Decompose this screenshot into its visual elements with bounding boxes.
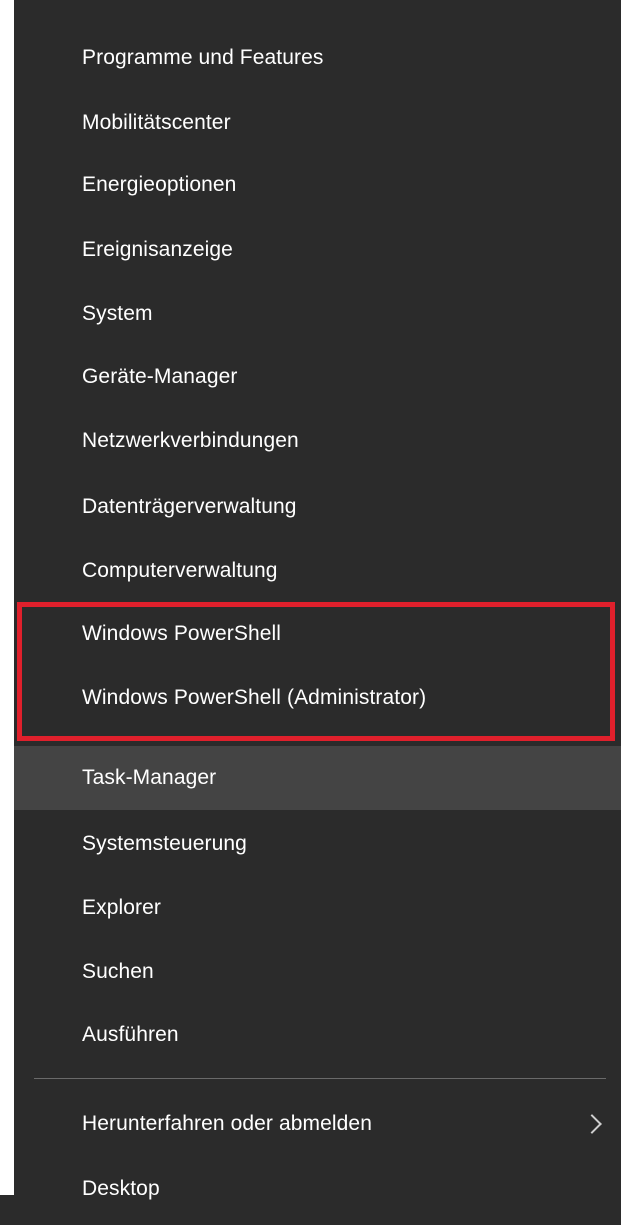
menu-item-label: System bbox=[82, 302, 153, 325]
menu-item-label: Suchen bbox=[82, 960, 154, 983]
menu-item-datentraegerverwaltung[interactable]: Datenträgerverwaltung bbox=[14, 475, 621, 539]
menu-item-label: Mobilitätscenter bbox=[82, 111, 231, 134]
menu-item-systemsteuerung[interactable]: Systemsteuerung bbox=[14, 812, 621, 876]
taskbar-edge bbox=[0, 1195, 14, 1225]
winx-context-menu: Programme und Features Mobilitätscenter … bbox=[14, 0, 621, 1225]
menu-item-herunterfahren-oder-abmelden[interactable]: Herunterfahren oder abmelden bbox=[14, 1092, 621, 1156]
menu-item-geraete-manager[interactable]: Geräte-Manager bbox=[14, 345, 621, 409]
menu-item-windows-powershell-admin[interactable]: Windows PowerShell (Administrator) bbox=[14, 666, 621, 730]
menu-item-mobilitaetscenter[interactable]: Mobilitätscenter bbox=[14, 91, 621, 155]
menu-item-label: Ausführen bbox=[82, 1023, 179, 1046]
menu-item-ereignisanzeige[interactable]: Ereignisanzeige bbox=[14, 218, 621, 282]
menu-item-label: Geräte-Manager bbox=[82, 365, 238, 388]
menu-item-label: Energieoptionen bbox=[82, 173, 237, 196]
menu-item-label: Computerverwaltung bbox=[82, 559, 278, 582]
menu-item-task-manager[interactable]: Task-Manager bbox=[14, 746, 621, 810]
menu-item-netzwerkverbindungen[interactable]: Netzwerkverbindungen bbox=[14, 409, 621, 473]
menu-item-programme-und-features[interactable]: Programme und Features bbox=[14, 26, 621, 90]
menu-item-explorer[interactable]: Explorer bbox=[14, 876, 621, 940]
menu-item-label: Task-Manager bbox=[82, 766, 217, 789]
menu-item-label: Windows PowerShell bbox=[82, 622, 282, 645]
menu-item-suchen[interactable]: Suchen bbox=[14, 940, 621, 1004]
menu-item-computerverwaltung[interactable]: Computerverwaltung bbox=[14, 539, 621, 603]
menu-item-label: Explorer bbox=[82, 896, 161, 919]
menu-item-system[interactable]: System bbox=[14, 282, 621, 346]
menu-item-energieoptionen[interactable]: Energieoptionen bbox=[14, 153, 621, 217]
menu-item-label: Programme und Features bbox=[82, 46, 324, 69]
menu-separator bbox=[34, 1078, 606, 1079]
menu-item-label: Ereignisanzeige bbox=[82, 238, 233, 261]
menu-item-desktop[interactable]: Desktop bbox=[14, 1157, 621, 1221]
menu-item-label: Datenträgerverwaltung bbox=[82, 495, 297, 518]
menu-item-label: Windows PowerShell (Administrator) bbox=[82, 686, 427, 709]
menu-item-label: Herunterfahren oder abmelden bbox=[82, 1112, 372, 1135]
chevron-right-icon bbox=[582, 1114, 602, 1134]
background-strip bbox=[0, 0, 14, 1225]
menu-item-label: Netzwerkverbindungen bbox=[82, 429, 299, 452]
menu-item-label: Systemsteuerung bbox=[82, 832, 247, 855]
menu-item-windows-powershell[interactable]: Windows PowerShell bbox=[14, 602, 621, 666]
menu-item-ausfuehren[interactable]: Ausführen bbox=[14, 1003, 621, 1067]
menu-top-edge bbox=[28, 0, 621, 6]
menu-item-label: Desktop bbox=[82, 1177, 160, 1200]
